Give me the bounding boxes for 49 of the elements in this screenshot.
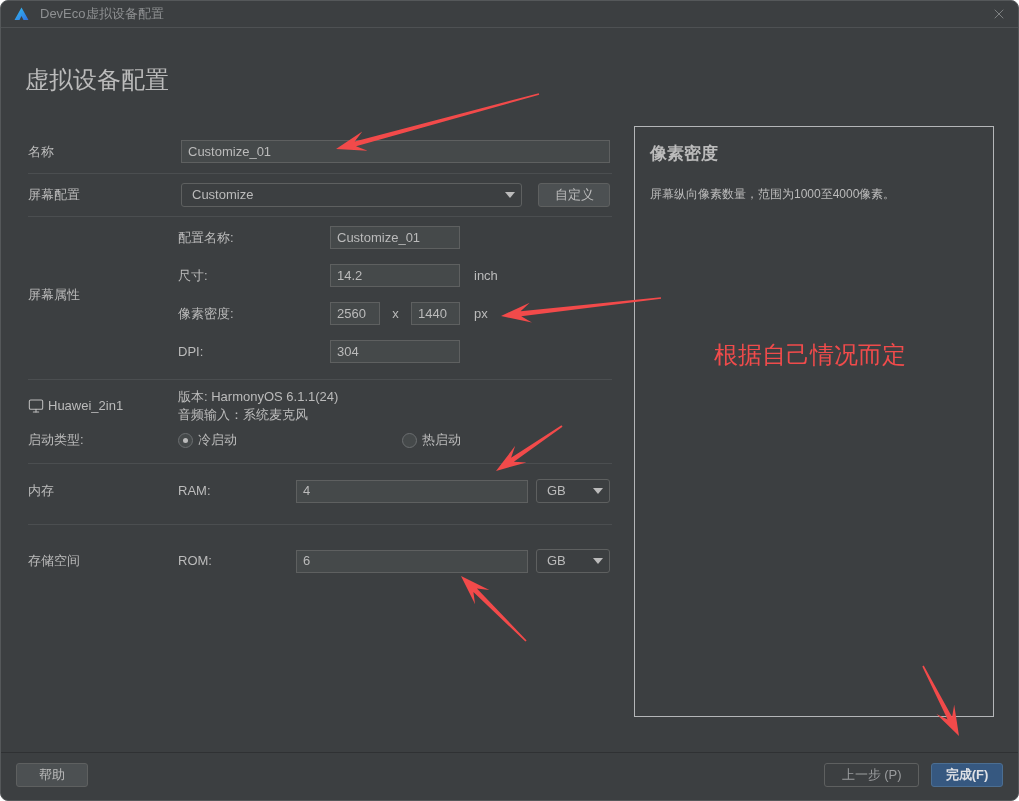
text-field[interactable]: 14.2	[330, 264, 460, 287]
text-field[interactable]: 1440	[411, 302, 460, 325]
device-info: 音频输入：系统麦克风	[178, 406, 309, 424]
text-field[interactable]: 2560	[330, 302, 380, 325]
number-field[interactable]: 6	[296, 549, 528, 573]
name-field[interactable]: Customize_01	[181, 140, 610, 163]
help-title: 像素密度	[650, 143, 719, 165]
help-text: 屏幕纵向像素数量，范围为1000至4000像素。	[650, 186, 897, 202]
field-label: 像素密度:	[178, 304, 235, 323]
text-field[interactable]: 304	[330, 340, 460, 363]
radio-button[interactable]	[178, 432, 193, 448]
field-label: 配置名称:	[178, 228, 235, 247]
field-label: 存储空间	[28, 552, 81, 571]
annotation-text: 根据自己情况而定	[714, 340, 906, 370]
unit-dropdown[interactable]: GB	[536, 549, 610, 573]
field-label: RAM:	[178, 482, 212, 501]
field-label: 名称	[28, 142, 55, 161]
field-label: ROM:	[178, 552, 213, 571]
field-label: 启动类型:	[28, 431, 85, 450]
radio-button[interactable]	[402, 432, 417, 448]
unit-label: inch	[474, 266, 498, 285]
device-info: 版本: HarmonyOS 6.1.1(24)	[178, 388, 339, 406]
unit-label: px	[474, 304, 488, 323]
customize-button[interactable]: 自定义	[538, 183, 610, 207]
monitor-icon	[28, 398, 44, 414]
screen-config-dropdown[interactable]: Customize	[181, 183, 522, 207]
radio-label: 冷启动	[198, 431, 237, 450]
radio-label: 热启动	[422, 431, 461, 450]
page-heading: 虚拟设备配置	[25, 65, 170, 95]
caret-icon	[593, 558, 603, 564]
field-label: 屏幕属性	[28, 285, 81, 304]
caret-icon	[505, 192, 515, 198]
finish-button[interactable]: 完成(F)	[931, 763, 1003, 787]
window-title: DevEco虚拟设备配置	[40, 5, 164, 24]
annotation-arrow	[496, 425, 563, 471]
text-field[interactable]: Customize_01	[330, 226, 460, 249]
field-label: 尺寸:	[178, 266, 209, 285]
device-name: Huawei_2in1	[48, 397, 124, 416]
separator-label: x	[391, 304, 400, 323]
field-label: 屏幕配置	[28, 186, 81, 205]
logo-icon	[14, 7, 29, 21]
caret-icon	[593, 488, 603, 494]
field-label: DPI:	[178, 342, 205, 361]
annotation-arrow	[922, 665, 959, 736]
help-button[interactable]: 帮助	[16, 763, 88, 787]
number-field[interactable]: 4	[296, 479, 528, 503]
field-label: 内存	[28, 482, 55, 501]
annotation-arrow	[461, 576, 527, 642]
unit-dropdown[interactable]: GB	[536, 479, 610, 503]
